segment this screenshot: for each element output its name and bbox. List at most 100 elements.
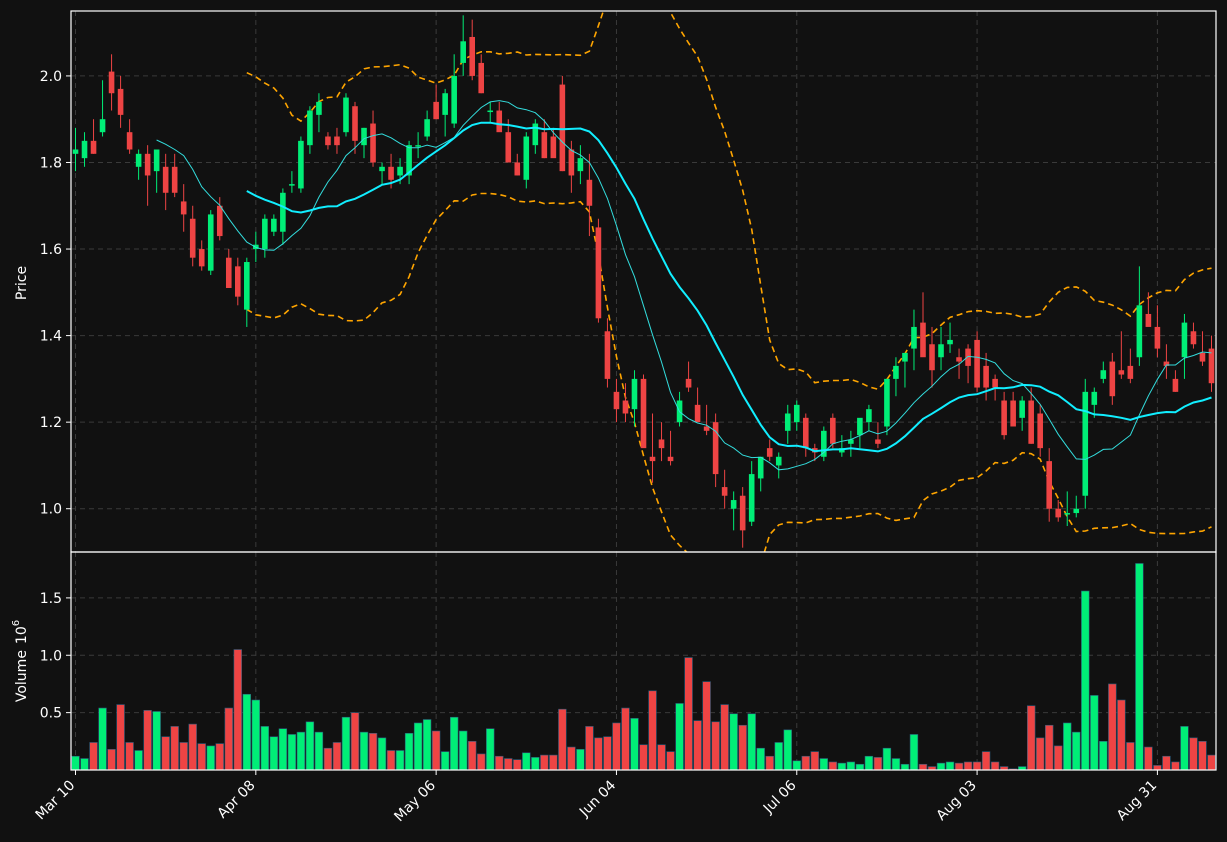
volume-tick-label: 1.0 [40,648,62,664]
volume-bar [1063,722,1072,771]
volume-bar [900,763,910,771]
volume-bar [179,742,188,771]
candle-body [478,62,485,94]
volume-bar [161,736,170,771]
volume-bar [386,750,396,771]
candle-body [1010,400,1016,427]
volume-bar [359,731,369,771]
candle-body [171,166,178,193]
volume-bar [630,718,639,771]
candle-body [793,404,800,423]
candle-body [992,378,998,388]
candle-body [613,391,620,410]
volume-bar [810,751,819,771]
candle-body [469,36,475,76]
volume-bar [828,761,838,771]
candle-body [1118,370,1125,375]
candle-body [1037,413,1043,449]
volume-bar [891,758,901,771]
volume-bar [675,703,684,771]
candle-body [757,456,764,479]
candle-body [523,136,530,180]
volume-bar [80,758,89,771]
volume-bar [639,744,648,771]
candle-body [974,339,980,388]
candle-body [234,266,241,297]
volume-bar [368,732,378,771]
candle-body [875,439,881,444]
volume-bar [1045,724,1054,771]
candle-body [496,110,503,133]
volume-bar [531,757,540,771]
volume-bar [350,712,360,771]
volume-bar [98,707,107,771]
candle-body [640,378,647,449]
candle-body [1208,348,1215,384]
candle-body [568,149,575,176]
candle-body [316,101,322,115]
candle-body [911,326,917,349]
volume-bar [459,730,468,771]
candle-body [361,127,367,146]
candle-body [929,344,935,371]
candle-body [397,166,403,176]
volume-bar [332,742,342,771]
candle-body [334,136,340,146]
candle-body [694,404,701,423]
candle-body [117,88,124,115]
volume-bar [287,734,297,771]
volume-bar [152,711,161,771]
candle-body [451,75,457,124]
price-tick-label: 1.8 [40,155,62,171]
volume-bar [305,721,315,771]
candle-body [244,262,250,310]
volume-bar [1135,563,1144,771]
candle-body [559,84,566,172]
volume-bar [1099,741,1108,771]
volume-bar [522,752,531,771]
volume-bar [197,743,206,771]
candle-body [1028,400,1034,444]
candle-body [550,136,557,159]
volume-bar [792,760,801,771]
volume-bar [684,657,693,771]
candle-body [541,132,548,159]
candle-body [802,417,809,449]
volume-bar [603,736,612,771]
candle-body [604,331,611,379]
volume-bar [819,758,828,771]
volume-axis-label: Volume106 [11,620,30,702]
volume-bar [1027,705,1036,771]
candle-body [1199,352,1206,362]
volume-bar [504,758,513,771]
volume-bar [215,743,224,771]
stock-chart: 1.01.21.41.61.82.0 0.51.01.5 Mar 10 Apr 0… [0,0,1227,842]
candle-body [298,140,304,189]
volume-bar [314,731,324,771]
volume-bar [837,762,847,771]
volume-bar [711,721,720,771]
volume-bar [513,759,522,771]
candle-body [739,495,746,531]
candle-body [225,257,232,288]
candle-body [631,378,638,410]
volume-bar [1162,755,1171,771]
volume-bar [846,761,856,771]
volume-bar [323,747,333,771]
candle-body [189,218,196,258]
candle-body [180,201,187,215]
price-tick-label: 1.6 [40,242,62,258]
candle-body [983,365,989,388]
volume-tick-label: 1.5 [40,591,62,607]
volume-bar [143,710,152,771]
volume-bar [107,749,116,771]
volume-bar [540,754,549,771]
candle-body [1136,305,1143,358]
volume-bar [431,730,441,771]
volume-bar [269,736,279,771]
volume-bar [729,713,738,771]
volume-bar [1108,683,1117,771]
price-tick-label: 2.0 [40,69,62,85]
candle-body [99,119,106,133]
volume-bar [576,749,585,771]
